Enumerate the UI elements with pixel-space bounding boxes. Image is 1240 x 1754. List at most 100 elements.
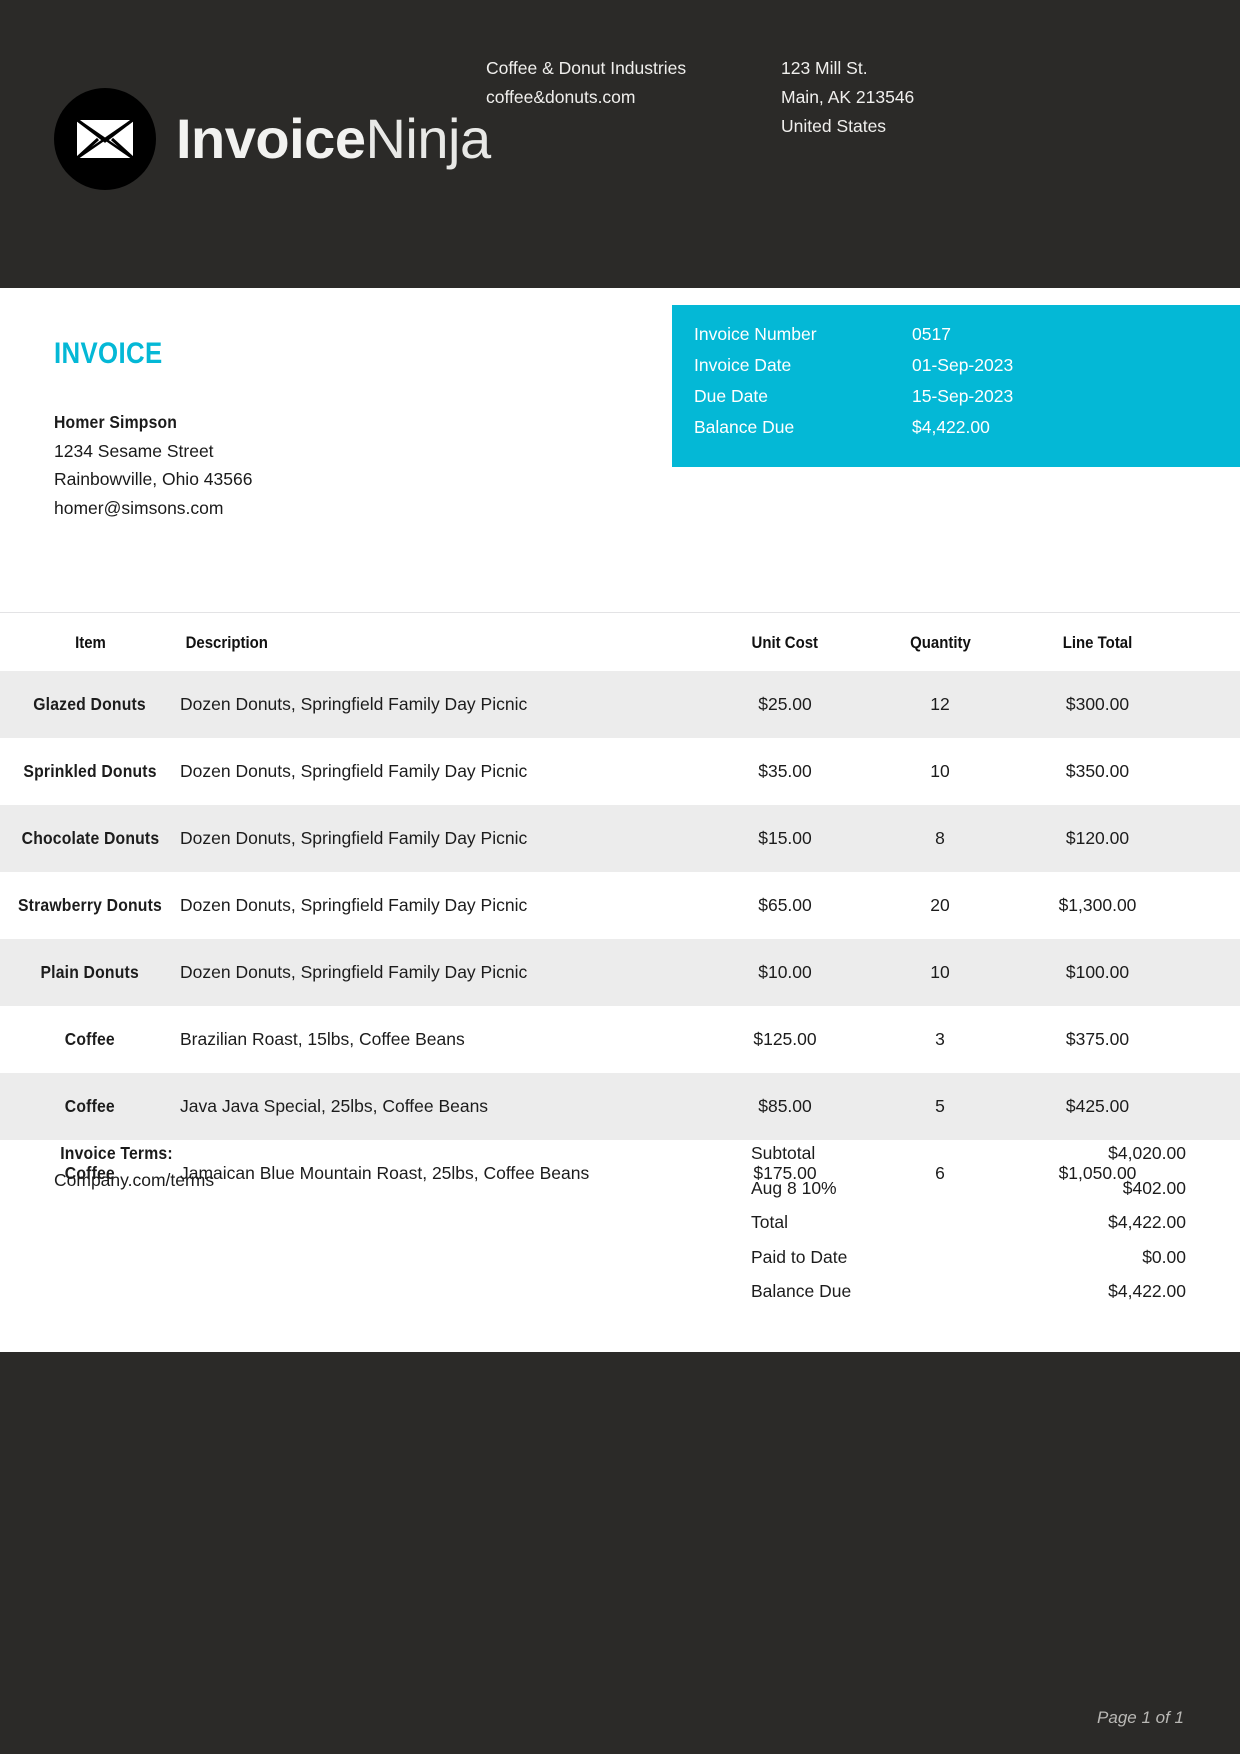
column-header-quantity-label: Quantity <box>909 633 971 652</box>
total-row: Aug 8 10% $402.00 <box>751 1171 1186 1206</box>
cell-unit-cost: $125.00 <box>700 1006 870 1073</box>
line-items-section: Item Description Unit Cost Quantity Line… <box>0 612 1240 1207</box>
row-pad-right <box>1185 805 1240 872</box>
cell-unit-cost: $10.00 <box>700 939 870 1006</box>
invoice-meta-label: Invoice Number <box>694 324 817 344</box>
company-website: coffee&donuts.com <box>486 87 636 107</box>
company-address-line3: United States <box>781 116 887 136</box>
total-value: $4,422.00 <box>1108 1281 1186 1301</box>
cell-description: Dozen Donuts, Springfield Family Day Pic… <box>180 805 700 872</box>
row-pad-right <box>1185 1006 1240 1073</box>
envelope-icon <box>54 88 156 190</box>
invoice-meta-row: Balance Due $4,422.00 <box>672 412 1240 443</box>
table-row: Strawberry Donuts Dozen Donuts, Springfie… <box>0 872 1240 939</box>
cell-description: Jamaican Blue Mountain Roast, 25lbs, Cof… <box>180 1140 700 1207</box>
client-email: homer@simsons.com <box>54 497 224 518</box>
brand-wordmark-bold: Invoice <box>176 107 366 170</box>
invoice-meta-value: 01-Sep-2023 <box>912 355 1014 375</box>
cell-quantity: 3 <box>870 1006 1010 1073</box>
cell-item: Strawberry Donuts <box>0 872 180 939</box>
cell-item: Coffee <box>0 1073 180 1140</box>
total-row: Total $4,422.00 <box>751 1205 1186 1240</box>
invoice-meta-label: Due Date <box>694 386 768 406</box>
invoice-meta-value: 15-Sep-2023 <box>912 386 1014 406</box>
table-header-row: Item Description Unit Cost Quantity Line… <box>0 613 1240 671</box>
invoice-meta-box: Invoice Number 0517 Invoice Date 01-Sep-202… <box>672 305 1240 467</box>
company-address-line1: 123 Mill St. <box>781 58 868 78</box>
table-body: Glazed Donuts Dozen Donuts, Springfield F… <box>0 671 1240 1207</box>
column-header-description-label: Description <box>185 633 268 652</box>
table-row: Coffee Java Java Special, 25lbs, Coffee B… <box>0 1073 1240 1140</box>
row-pad-right <box>1185 872 1240 939</box>
cell-unit-cost: $25.00 <box>700 671 870 738</box>
row-pad-right <box>1185 738 1240 805</box>
column-header-unit-cost: Unit Cost <box>700 613 870 671</box>
page-footer: Page 1 of 1 <box>0 1352 1240 1754</box>
client-name: Homer Simpson <box>54 412 178 432</box>
page-header: InvoiceNinja Coffee & Donut Industries c… <box>0 0 1240 288</box>
cell-item: Chocolate Donuts <box>0 805 180 872</box>
cell-quantity: 10 <box>870 939 1010 1006</box>
table-pad-right <box>1185 613 1240 671</box>
invoice-page: InvoiceNinja Coffee & Donut Industries c… <box>0 0 1240 1754</box>
cell-description: Dozen Donuts, Springfield Family Day Pic… <box>180 939 700 1006</box>
cell-unit-cost: $15.00 <box>700 805 870 872</box>
column-header-unit-cost-label: Unit Cost <box>751 633 819 652</box>
row-pad-right <box>1185 939 1240 1006</box>
cell-quantity: 8 <box>870 805 1010 872</box>
cell-item: Plain Donuts <box>0 939 180 1006</box>
row-pad-right <box>1185 1140 1240 1207</box>
total-label: Total <box>751 1212 788 1232</box>
client-street: 1234 Sesame Street <box>54 440 214 461</box>
column-header-line-total-label: Line Total <box>1062 633 1133 652</box>
cell-description: Dozen Donuts, Springfield Family Day Pic… <box>180 872 700 939</box>
cell-line-total: $375.00 <box>1010 1006 1185 1073</box>
cell-item: Sprinkled Donuts <box>0 738 180 805</box>
total-label: Balance Due <box>751 1281 852 1301</box>
totals-list: Subtotal $4,020.00 Aug 8 10% $402.00 Total $4… <box>751 1136 1186 1309</box>
brand-wordmark: InvoiceNinja <box>176 111 491 167</box>
invoice-meta-value: 0517 <box>912 324 951 344</box>
total-label: Aug 8 10% <box>751 1177 837 1198</box>
total-row: Subtotal $4,020.00 <box>751 1136 1186 1171</box>
column-header-item-label: Item <box>74 633 106 652</box>
cell-line-total: $350.00 <box>1010 738 1185 805</box>
company-address-line2: Main, AK 213546 <box>781 87 915 107</box>
cell-item: Glazed Donuts <box>0 671 180 738</box>
cell-line-total: $100.00 <box>1010 939 1185 1006</box>
page-title: INVOICE <box>54 337 163 370</box>
total-label: Paid to Date <box>751 1246 848 1267</box>
cell-quantity: 12 <box>870 671 1010 738</box>
column-header-description: Description <box>180 613 700 671</box>
client-info: Homer Simpson 1234 Sesame Street Rainbow… <box>54 408 252 522</box>
table-header: Item Description Unit Cost Quantity Line… <box>0 613 1240 671</box>
table-row: Glazed Donuts Dozen Donuts, Springfield F… <box>0 671 1240 738</box>
column-header-line-total: Line Total <box>1010 613 1185 671</box>
line-items-table: Item Description Unit Cost Quantity Line… <box>0 613 1240 1207</box>
table-row: Coffee Brazilian Roast, 15lbs, Coffee Bea… <box>0 1006 1240 1073</box>
cell-description: Dozen Donuts, Springfield Family Day Pic… <box>180 738 700 805</box>
total-label: Subtotal <box>751 1143 816 1163</box>
invoice-meta-label: Balance Due <box>694 417 795 437</box>
invoice-terms: Invoice Terms: Company.com/terms <box>54 1140 214 1194</box>
total-value: $4,020.00 <box>1108 1143 1186 1163</box>
total-row: Paid to Date $0.00 <box>751 1240 1186 1275</box>
total-row: Balance Due $4,422.00 <box>751 1274 1186 1309</box>
cell-line-total: $1,300.00 <box>1010 872 1185 939</box>
cell-quantity: 10 <box>870 738 1010 805</box>
company-info: Coffee & Donut Industries coffee&donuts.… <box>486 54 686 112</box>
cell-description: Dozen Donuts, Springfield Family Day Pic… <box>180 671 700 738</box>
cell-item: Coffee <box>0 1006 180 1073</box>
cell-unit-cost: $35.00 <box>700 738 870 805</box>
table-row: Plain Donuts Dozen Donuts, Springfield Fa… <box>0 939 1240 1006</box>
invoice-terms-title: Invoice Terms: <box>54 1140 214 1167</box>
cell-unit-cost: $85.00 <box>700 1073 870 1140</box>
invoice-terms-title-label: Invoice Terms: <box>60 1143 173 1163</box>
row-pad-right <box>1185 671 1240 738</box>
invoice-meta-label: Invoice Date <box>694 355 792 375</box>
invoice-meta-row: Invoice Date 01-Sep-2023 <box>672 350 1240 381</box>
total-value: $4,422.00 <box>1108 1212 1186 1232</box>
total-value: $0.00 <box>1142 1246 1186 1267</box>
column-header-item: Item <box>0 613 180 671</box>
table-row: Chocolate Donuts Dozen Donuts, Springfiel… <box>0 805 1240 872</box>
